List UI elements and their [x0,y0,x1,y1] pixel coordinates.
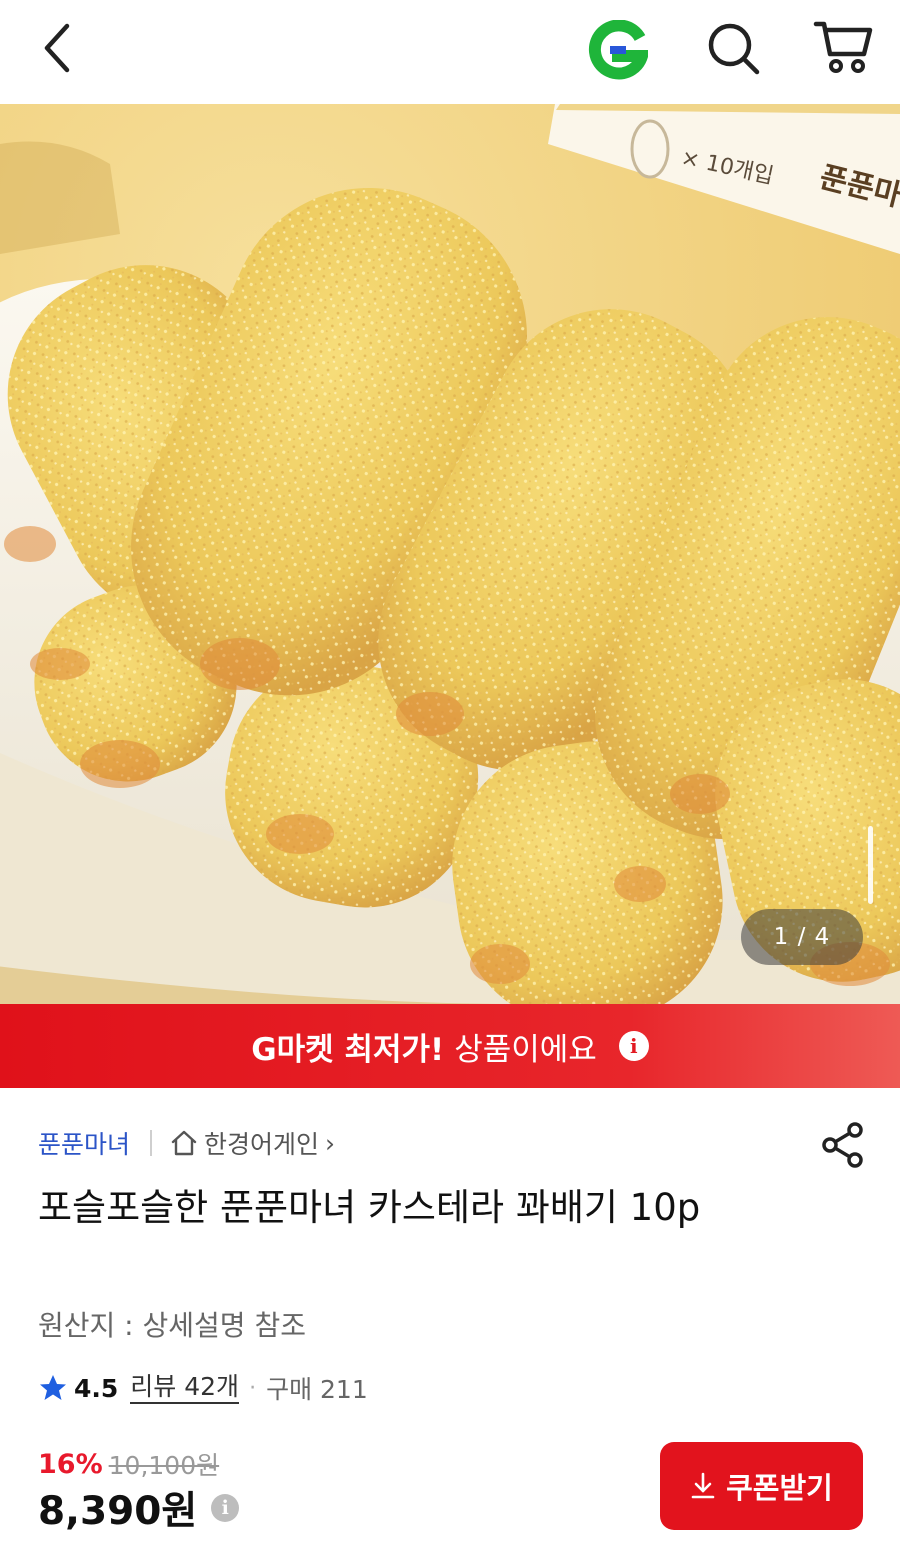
gmarket-logo-icon [588,19,650,80]
cart-button[interactable] [812,16,874,78]
separator-dot: · [249,1375,257,1401]
chevron-right-icon: › [325,1128,336,1158]
rating-value: 4.5 [74,1373,119,1403]
lowest-price-banner[interactable]: G마켓 최저가! 상품이에요 i [0,1004,900,1088]
product-photo: × 10개입 푼푼마 [0,104,900,1004]
sale-price: 8,390원 [38,1489,198,1534]
banner-bold-text: G마켓 최저가! [251,1031,445,1068]
banner-text: 상품이에요 [454,1031,597,1068]
rating-row: 4.5 리뷰 42개 · 구매 211 [38,1368,368,1408]
search-icon [708,23,760,75]
divider [150,1130,153,1156]
image-counter: 1 / 4 [741,909,863,965]
top-bar [0,0,900,104]
download-icon [691,1472,715,1499]
brand-store-row: 푼푼마녀 한경어게인 › [38,1122,335,1164]
info-icon[interactable]: i [618,1031,649,1061]
star-icon [40,1375,66,1400]
origin-info: 원산지 : 상세설명 참조 [38,1309,306,1342]
share-icon [822,1122,863,1168]
original-price: 10,100원 [108,1451,220,1480]
store-name: 한경어게인 [204,1130,320,1159]
chevron-left-icon [44,23,70,73]
share-button[interactable] [818,1120,868,1170]
gmarket-logo[interactable] [588,19,650,80]
coupon-label: 쿠폰받기 [726,1471,833,1505]
price-row: 8,390원 i [38,1480,240,1536]
search-button[interactable] [703,18,763,78]
store-home-icon [171,1130,197,1156]
product-image-carousel[interactable]: × 10개입 푼푼마 [0,104,900,1004]
product-title: 포슬포슬한 푼푼마녀 카스테라 꽈배기 10p [38,1186,701,1229]
store-link[interactable]: 한경어게인 › [170,1125,335,1161]
carousel-scroll-indicator [868,826,873,904]
discount-row: 16% 10,100원 [38,1444,219,1484]
cart-icon [813,21,873,73]
brand-link[interactable]: 푼푼마녀 [38,1125,130,1161]
price-info-icon[interactable]: i [211,1494,240,1522]
purchase-count: 구매 211 [266,1375,368,1404]
back-button[interactable] [30,18,84,78]
review-count-link[interactable]: 리뷰 42개 [130,1372,240,1404]
coupon-button[interactable]: 쿠폰받기 [660,1442,863,1530]
discount-rate: 16% [38,1448,103,1480]
